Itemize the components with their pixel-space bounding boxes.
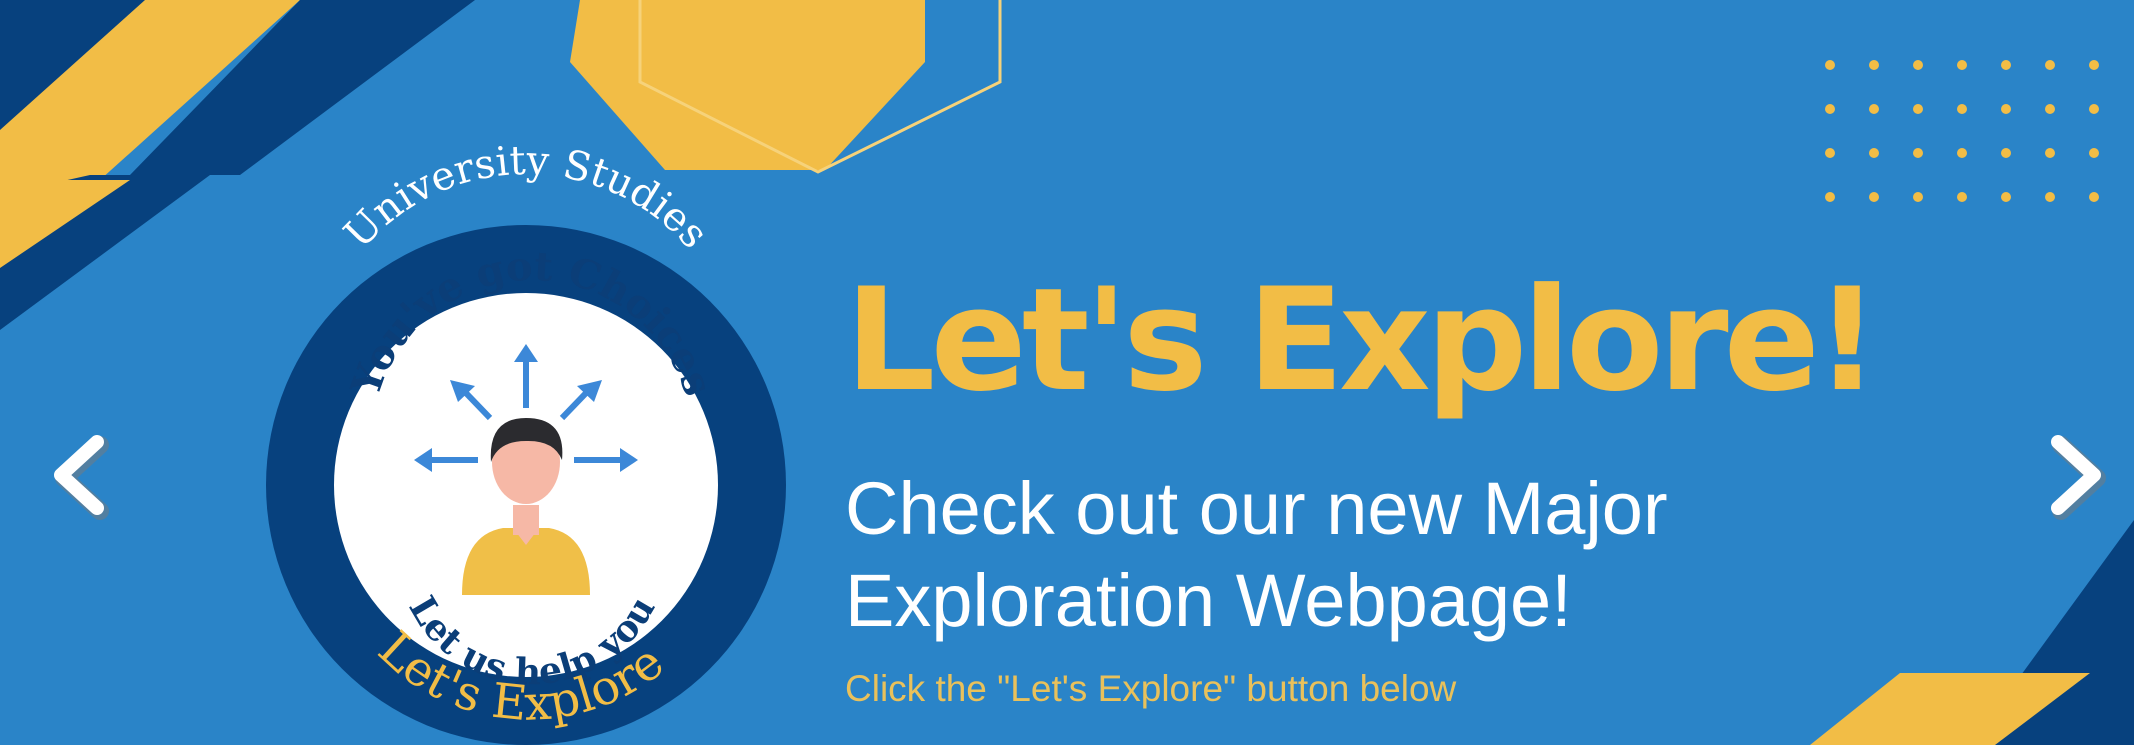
slide-headline: Let's Explore! — [845, 258, 1880, 423]
subhead-line: Exploration Webpage! — [845, 559, 1572, 642]
chevron-right-icon — [2051, 435, 2106, 520]
subhead-line: Check out our new Major — [845, 467, 1668, 550]
next-slide-button[interactable] — [2040, 430, 2110, 520]
slide-subhead: Check out our new Major Exploration Webp… — [845, 463, 1668, 647]
previous-slide-button[interactable] — [45, 430, 115, 520]
image-carousel: University Studies You've got Choices Le… — [0, 0, 2134, 745]
chevron-left-icon — [54, 435, 109, 520]
slide-caption: Click the "Let's Explore" button below — [845, 668, 1457, 709]
